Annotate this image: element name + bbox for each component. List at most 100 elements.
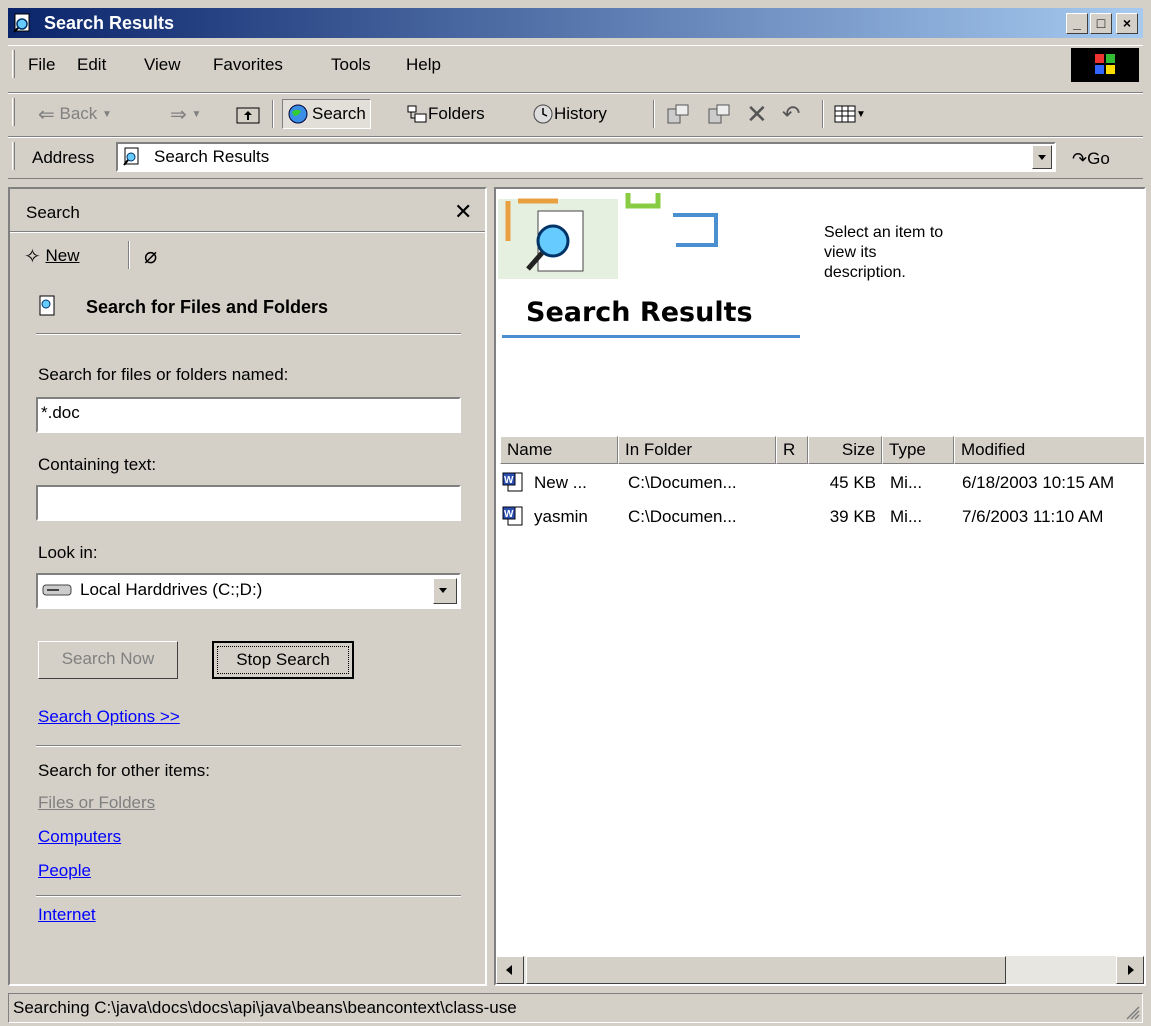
back-arrow-icon: ⇐	[38, 103, 55, 126]
row-folder: C:\Documen...	[628, 473, 737, 492]
address-bar: Address Search Results ↷ Go	[8, 137, 1143, 179]
back-label: Back	[59, 104, 98, 123]
stop-search-button[interactable]: Stop Search	[212, 641, 354, 679]
row-modified: 7/6/2003 11:10 AM	[962, 507, 1104, 526]
other-items-label: Search for other items:	[38, 761, 210, 780]
search-now-button[interactable]: Search Now	[38, 641, 178, 679]
address-input[interactable]: Search Results	[116, 142, 1056, 172]
minimize-button[interactable]: _	[1066, 13, 1088, 34]
search-button[interactable]: Search	[282, 99, 371, 129]
toolbar-separator	[272, 100, 274, 128]
folders-icon	[407, 105, 427, 123]
column-header-type[interactable]: Type	[882, 436, 954, 464]
table-row[interactable]: W New ... C:\Documen... 45 KB Mi... 6/18…	[496, 469, 1144, 497]
pane-divider	[10, 231, 485, 233]
maximize-button[interactable]: □	[1090, 13, 1112, 34]
delete-button[interactable]: ✕	[746, 99, 768, 129]
address-value: Search Results	[154, 147, 270, 166]
banner-underline	[502, 335, 800, 338]
close-pane-icon[interactable]: ✕	[454, 199, 472, 225]
people-link[interactable]: People	[38, 861, 91, 881]
search-pane-title: Search	[26, 203, 80, 222]
search-options-link[interactable]: Search Options >>	[38, 707, 180, 727]
lookin-value: Local Harddrives (C:;D:)	[80, 580, 263, 599]
folders-label: Folders	[428, 104, 485, 123]
resize-grip-icon[interactable]	[1122, 1002, 1140, 1020]
row-size: 45 KB	[829, 473, 876, 492]
forward-button[interactable]: ⇒ ▼	[170, 99, 201, 129]
heading-divider	[36, 333, 461, 335]
move-to-button[interactable]	[666, 99, 690, 129]
history-button[interactable]: History	[532, 99, 607, 129]
up-folder-button[interactable]	[236, 99, 260, 129]
menu-grip	[12, 50, 15, 78]
menu-edit[interactable]: Edit	[77, 55, 106, 75]
pane-toolbar-separator	[128, 241, 130, 269]
menu-help[interactable]: Help	[406, 55, 441, 75]
assistant-button[interactable]: ⌀	[144, 241, 157, 271]
scroll-thumb[interactable]	[526, 956, 1006, 984]
search-document-icon	[39, 295, 55, 316]
views-button[interactable]: ▼	[834, 99, 866, 129]
row-modified: 6/18/2003 10:15 AM	[962, 473, 1115, 492]
containing-text-input[interactable]	[36, 485, 461, 521]
column-header-name[interactable]: Name	[500, 436, 618, 464]
search-heading: Search for Files and Folders	[86, 297, 329, 317]
toolbar-grip	[12, 98, 15, 126]
forward-arrow-icon: ⇒	[170, 103, 187, 126]
column-header-size[interactable]: Size	[808, 436, 882, 464]
search-results-icon	[123, 147, 139, 166]
search-label: Search	[312, 104, 366, 123]
row-name: yasmin	[534, 507, 588, 526]
row-type: Mi...	[890, 473, 923, 492]
menu-tools[interactable]: Tools	[331, 55, 371, 75]
folders-button[interactable]: Folders	[406, 99, 485, 129]
column-header-in-folder[interactable]: In Folder	[618, 436, 776, 464]
address-dropdown-button[interactable]	[1032, 145, 1052, 169]
views-icon	[834, 105, 856, 123]
chevron-down-icon: ▼	[191, 108, 202, 120]
results-banner-title: Search Results	[526, 297, 753, 328]
column-header-r[interactable]: R	[776, 436, 808, 464]
undo-button[interactable]: ↶	[782, 99, 800, 129]
new-search-button[interactable]: ✧ New	[24, 241, 80, 271]
new-label: New	[45, 246, 80, 265]
delete-x-icon: ✕	[746, 98, 768, 129]
search-globe-icon	[288, 104, 308, 124]
lookin-label: Look in:	[38, 543, 98, 562]
word-document-icon: W	[502, 472, 523, 492]
results-pane: Search Results Select an item to view it…	[494, 187, 1146, 986]
menu-file[interactable]: File	[28, 55, 55, 75]
window-title: Search Results	[44, 13, 175, 33]
other-divider	[36, 895, 461, 897]
word-document-icon: W	[502, 506, 523, 526]
named-label: Search for files or folders named:	[38, 365, 289, 384]
move-to-icon	[667, 104, 689, 124]
horizontal-scrollbar[interactable]	[496, 956, 1144, 984]
copy-to-button[interactable]	[707, 99, 731, 129]
menu-favorites[interactable]: Favorites	[213, 55, 283, 75]
chevron-down-icon: ▼	[856, 108, 866, 120]
go-button[interactable]: ↷ Go	[1072, 144, 1110, 174]
scroll-left-button[interactable]	[496, 956, 524, 984]
containing-label: Containing text:	[38, 455, 157, 474]
internet-link[interactable]: Internet	[38, 905, 96, 925]
column-header-modified[interactable]: Modified	[954, 436, 1144, 464]
table-row[interactable]: W yasmin C:\Documen... 39 KB Mi... 7/6/2…	[496, 503, 1144, 531]
scroll-right-icon	[1128, 965, 1134, 975]
lookin-dropdown-button[interactable]	[433, 578, 457, 604]
row-name: New ...	[534, 473, 587, 492]
scroll-right-button[interactable]	[1116, 956, 1144, 984]
go-arrow-icon: ↷	[1072, 148, 1088, 169]
files-or-folders-link[interactable]: Files or Folders	[38, 793, 155, 813]
windows-logo-icon	[1071, 48, 1139, 82]
back-button[interactable]: ⇐ Back ▼	[38, 99, 112, 129]
history-label: History	[554, 104, 607, 123]
undo-icon: ↶	[782, 101, 801, 126]
filename-input[interactable]: *.doc	[36, 397, 461, 433]
lookin-select[interactable]: Local Harddrives (C:;D:)	[36, 573, 461, 609]
row-type: Mi...	[890, 507, 923, 526]
close-button[interactable]: ×	[1116, 13, 1138, 34]
computers-link[interactable]: Computers	[38, 827, 121, 847]
menu-view[interactable]: View	[144, 55, 181, 75]
